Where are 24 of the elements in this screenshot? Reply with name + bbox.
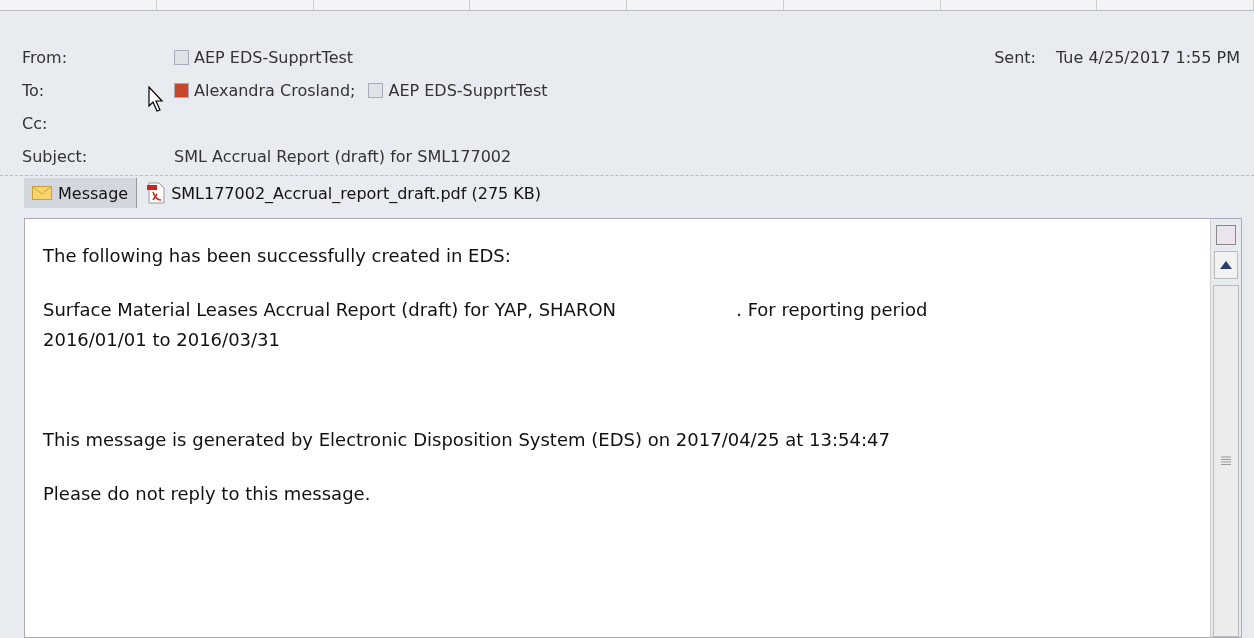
- sender-name[interactable]: AEP EDS-SupprtTest: [194, 48, 354, 67]
- up-arrow-icon: [1220, 261, 1232, 269]
- pdf-file-icon: [147, 182, 166, 204]
- people-pane-icon[interactable]: [1216, 225, 1236, 245]
- subject-label: Subject:: [22, 147, 89, 166]
- message-tab[interactable]: Message: [24, 178, 138, 208]
- from-label: From:: [22, 48, 69, 67]
- recipient-name[interactable]: AEP EDS-SupprtTest: [388, 81, 548, 100]
- scrollbar[interactable]: [1210, 219, 1241, 637]
- envelope-icon: [32, 186, 52, 200]
- message-paragraph: Please do not reply to this message.: [43, 482, 372, 506]
- recipient-name[interactable]: Alexandra Crosland;: [194, 81, 356, 100]
- attachment-tab[interactable]: SML177002_Accrual_report_draft.pdf (275 KB): [139, 178, 550, 208]
- message-paragraph: Surface Material Leases Accrual Report (draft) for YAP, SHARON . For reporting period 2016/01/01 to 2016/03/31: [43, 298, 929, 352]
- sent-label: Sent:: [994, 48, 1036, 67]
- mouse-pointer-icon: [148, 86, 164, 112]
- message-paragraph: This message is generated by Electronic Disposition System (EDS) on 2017/04/25 at 13:54:47: [43, 428, 891, 452]
- sent-date: Tue 4/25/2017 1:55 PM: [1056, 48, 1240, 67]
- to-label: To:: [22, 81, 45, 100]
- subject-text: SML Accrual Report (draft) for SML177002: [174, 147, 512, 166]
- cc-label: Cc:: [22, 114, 49, 133]
- scrollbar-thumb[interactable]: [1213, 285, 1239, 637]
- message-paragraph: The following has been successfully created in EDS:: [43, 244, 512, 268]
- scroll-up-button[interactable]: [1214, 251, 1238, 279]
